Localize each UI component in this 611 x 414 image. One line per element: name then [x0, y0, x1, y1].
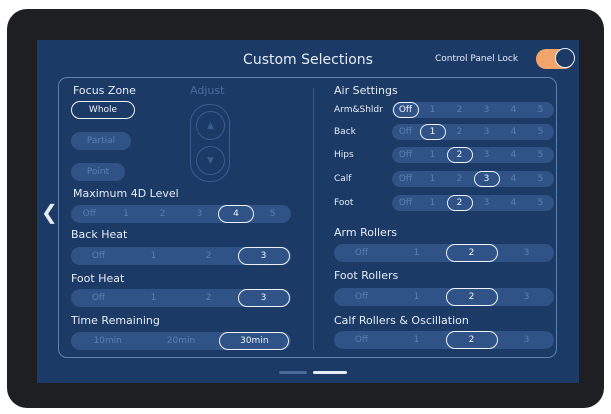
max-4d-level-option-5[interactable]: 5: [254, 205, 291, 223]
air-calf-option-off[interactable]: Off: [392, 171, 419, 187]
foot-heat-option-2[interactable]: 2: [181, 289, 236, 307]
arm-rollers-option-off[interactable]: Off: [334, 244, 389, 262]
foot-rollers-option-3[interactable]: 3: [499, 288, 554, 306]
foot-heat-option-1[interactable]: 1: [126, 289, 181, 307]
air-hips-option-5[interactable]: 5: [527, 147, 554, 163]
calf-rollers-option-off[interactable]: Off: [334, 331, 389, 349]
air-calf-option-4[interactable]: 4: [500, 171, 527, 187]
foot-heat-label: Foot Heat: [71, 272, 125, 285]
air-calf-option-2[interactable]: 2: [446, 171, 473, 187]
foot-rollers-option-2[interactable]: 2: [445, 288, 498, 306]
page-indicator-1[interactable]: [279, 371, 307, 374]
calf-rollers-option-1[interactable]: 1: [389, 331, 444, 349]
air-foot-option-2[interactable]: 2: [446, 195, 473, 211]
air-calf-option-5[interactable]: 5: [527, 171, 554, 187]
time-remaining-label: Time Remaining: [71, 314, 160, 327]
air-foot-option-1[interactable]: 1: [419, 195, 446, 211]
air-back-option-2[interactable]: 2: [446, 124, 473, 140]
back-heat-label: Back Heat: [71, 228, 128, 241]
arm-rollers-option-2[interactable]: 2: [445, 244, 498, 262]
toggle-knob: [555, 48, 575, 68]
max-4d-level-option-4[interactable]: 4: [218, 205, 254, 223]
air-arm-shldr-option-3[interactable]: 3: [473, 102, 500, 118]
max-4d-level-option-3[interactable]: 3: [181, 205, 218, 223]
max-4d-level-label: Maximum 4D Level: [73, 187, 179, 200]
control-panel-lock-toggle[interactable]: [536, 48, 575, 69]
foot-heat-option-3[interactable]: 3: [237, 289, 290, 307]
focus-zone-option-point[interactable]: Point: [71, 163, 125, 181]
foot-rollers-option-1[interactable]: 1: [389, 288, 444, 306]
air-settings-label: Air Settings: [334, 84, 398, 97]
page-indicator-2[interactable]: [313, 371, 347, 374]
air-setting-label-calf: Calf: [334, 174, 352, 184]
time-remaining-option-20min[interactable]: 20min: [144, 332, 217, 350]
back-heat-option-3[interactable]: 3: [237, 247, 290, 265]
air-calf-option-1[interactable]: 1: [419, 171, 446, 187]
air-hips-option-4[interactable]: 4: [500, 147, 527, 163]
air-hips-option-2[interactable]: 2: [446, 147, 473, 163]
calf-rollers-label: Calf Rollers & Oscillation: [334, 314, 469, 327]
air-hips-option-1[interactable]: 1: [419, 147, 446, 163]
adjust-control: ▲ ▼: [190, 104, 230, 182]
foot-rollers-option-off[interactable]: Off: [334, 288, 389, 306]
back-heat-option-off[interactable]: Off: [71, 247, 126, 265]
air-back-option-off[interactable]: Off: [392, 124, 419, 140]
calf-rollers-option-3[interactable]: 3: [499, 331, 554, 349]
air-foot-option-5[interactable]: 5: [527, 195, 554, 211]
adjust-label: Adjust: [190, 84, 225, 97]
time-remaining-option-10min[interactable]: 10min: [71, 332, 144, 350]
chevron-left-icon[interactable]: ❮: [41, 200, 58, 224]
air-arm-shldr-option-5[interactable]: 5: [527, 102, 554, 118]
focus-zone-label: Focus Zone: [73, 84, 136, 97]
foot-rollers-label: Foot Rollers: [334, 269, 399, 282]
max-4d-level-option-off[interactable]: Off: [71, 205, 108, 223]
arm-rollers-label: Arm Rollers: [334, 226, 398, 239]
focus-zone-option-partial[interactable]: Partial: [71, 132, 131, 150]
foot-heat-option-off[interactable]: Off: [71, 289, 126, 307]
time-remaining-option-30min[interactable]: 30min: [219, 332, 290, 350]
air-setting-label-back: Back: [334, 127, 356, 137]
back-heat-option-1[interactable]: 1: [126, 247, 181, 265]
air-foot-option-4[interactable]: 4: [500, 195, 527, 211]
screen: Custom Selections Control Panel Lock ❮ F…: [37, 40, 579, 383]
air-setting-label-hips: Hips: [334, 150, 354, 160]
air-back-option-1[interactable]: 1: [419, 124, 446, 140]
air-calf-option-3[interactable]: 3: [473, 171, 500, 187]
air-setting-label-foot: Foot: [334, 198, 354, 208]
chevron-up-icon[interactable]: ▲: [196, 111, 225, 140]
air-back-option-5[interactable]: 5: [527, 124, 554, 140]
air-setting-label-arm-shldr: Arm&Shldr: [334, 105, 383, 115]
air-arm-shldr-option-1[interactable]: 1: [419, 102, 446, 118]
back-heat-option-2[interactable]: 2: [181, 247, 236, 265]
air-foot-option-off[interactable]: Off: [392, 195, 419, 211]
column-divider: [313, 88, 314, 350]
calf-rollers-option-2[interactable]: 2: [445, 331, 498, 349]
air-foot-option-3[interactable]: 3: [473, 195, 500, 211]
air-back-option-3[interactable]: 3: [473, 124, 500, 140]
air-hips-option-3[interactable]: 3: [473, 147, 500, 163]
arm-rollers-option-3[interactable]: 3: [499, 244, 554, 262]
focus-zone-option-whole[interactable]: Whole: [71, 101, 135, 119]
air-arm-shldr-option-2[interactable]: 2: [446, 102, 473, 118]
air-arm-shldr-option-4[interactable]: 4: [500, 102, 527, 118]
control-panel-lock-label: Control Panel Lock: [435, 54, 519, 64]
max-4d-level-option-2[interactable]: 2: [144, 205, 181, 223]
chevron-down-icon[interactable]: ▼: [196, 146, 225, 175]
max-4d-level-option-1[interactable]: 1: [108, 205, 145, 223]
air-arm-shldr-option-off[interactable]: Off: [392, 102, 419, 118]
air-back-option-4[interactable]: 4: [500, 124, 527, 140]
air-hips-option-off[interactable]: Off: [392, 147, 419, 163]
arm-rollers-option-1[interactable]: 1: [389, 244, 444, 262]
